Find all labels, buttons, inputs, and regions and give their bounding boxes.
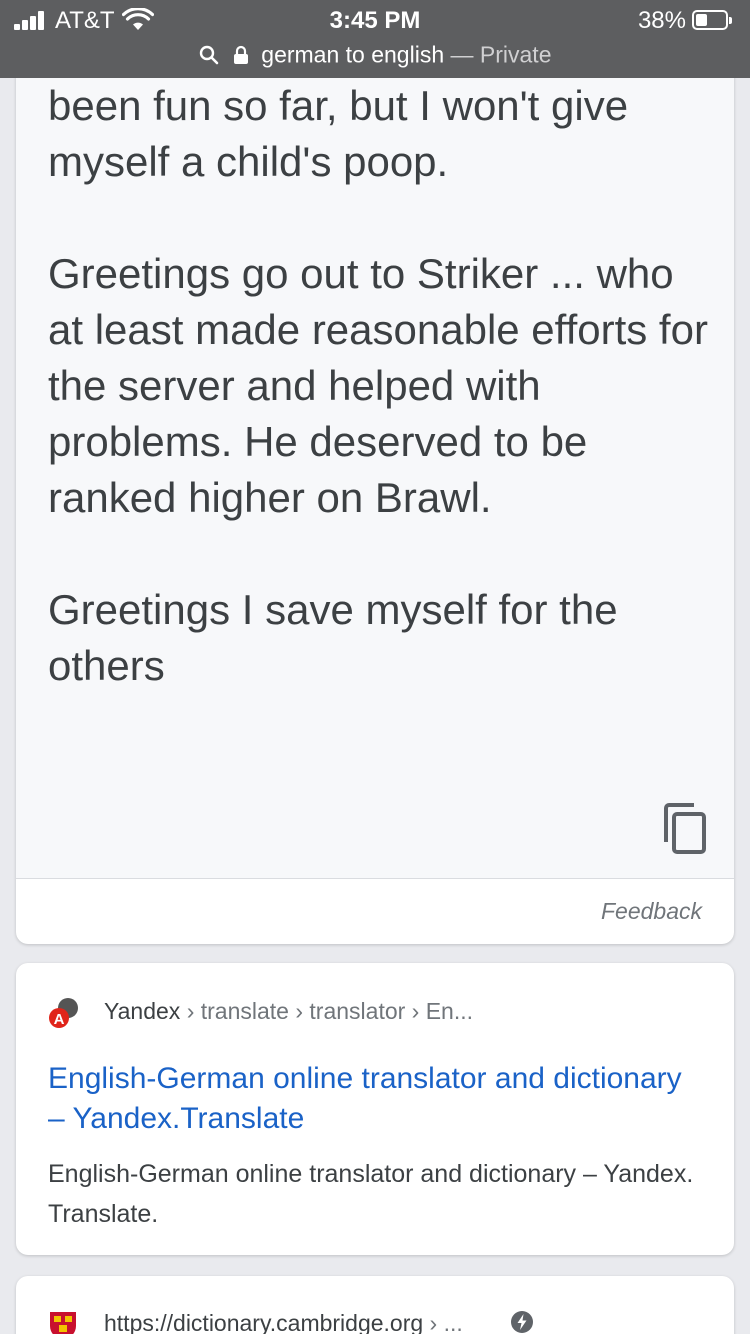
search-result[interactable]: A Yandex › translate › translator › En..… [16, 963, 734, 1255]
lock-icon [233, 45, 248, 64]
translation-output: been fun so far, but I won't give myself… [16, 40, 734, 879]
cambridge-favicon [50, 1312, 76, 1334]
url-query: german to english [261, 41, 445, 68]
translation-paragraph: Greetings I save myself for the others [48, 586, 618, 689]
result-site: https://dictionary.cambridge.org [104, 1310, 424, 1334]
address-bar[interactable]: german to english — Private [0, 40, 750, 70]
battery-icon [692, 10, 732, 30]
feedback-link[interactable]: Feedback [601, 898, 702, 925]
result-snippet: English-German online translator and dic… [48, 1160, 694, 1228]
yandex-favicon: A [49, 998, 78, 1028]
copy-icon[interactable] [660, 802, 708, 854]
result-breadcrumb: https://dictionary.cambridge.org › ... [104, 1310, 463, 1334]
search-icon [199, 45, 218, 65]
result-path: › translate › translator › En... [180, 998, 474, 1024]
private-label: Private [479, 41, 552, 68]
amp-icon [511, 1311, 533, 1333]
result-site: Yandex [104, 998, 181, 1024]
result-title-link[interactable]: English-German online translator and dic… [48, 1059, 698, 1139]
result-breadcrumb: Yandex › translate › translator › En... [104, 998, 473, 1025]
translation-text: been fun so far, but I won't give myself… [48, 78, 718, 694]
translation-paragraph: Greetings go out to Striker ... who at l… [48, 250, 708, 521]
url-separator: — [444, 41, 480, 68]
svg-text:A: A [54, 1011, 65, 1028]
search-result[interactable]: https://dictionary.cambridge.org › ... [16, 1276, 734, 1334]
browser-top-bar: AT&T 3:45 PM 38% german to english — Pri… [0, 0, 750, 78]
status-bar: AT&T 3:45 PM 38% [0, 0, 750, 40]
battery-percent: 38% [637, 7, 686, 34]
result-path: › ... [423, 1310, 463, 1334]
translation-paragraph: been fun so far, but I won't give myself… [48, 82, 629, 185]
translation-card: been fun so far, but I won't give myself… [16, 40, 734, 944]
